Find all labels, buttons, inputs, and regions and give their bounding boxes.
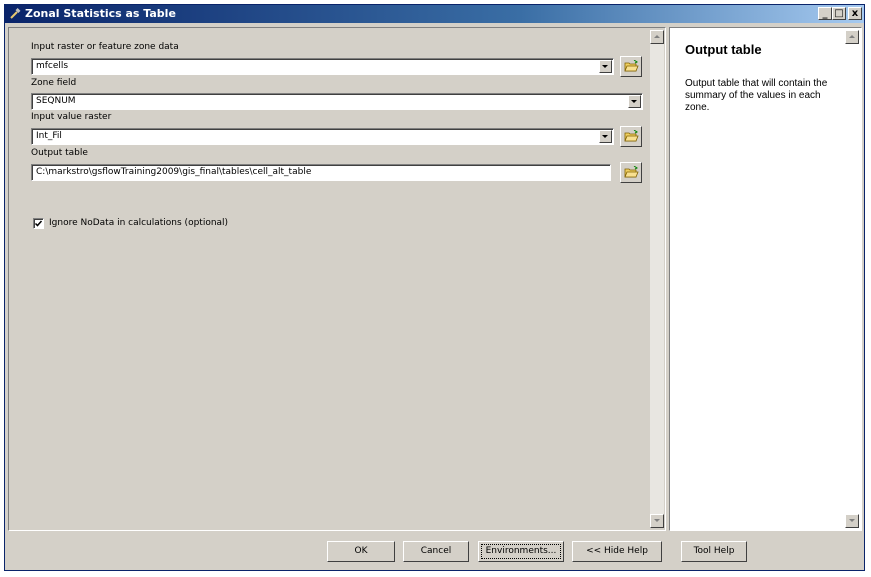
open-folder-icon — [624, 60, 639, 72]
help-scroll-up-arrow-icon[interactable] — [845, 30, 859, 44]
checkmark-icon — [34, 220, 43, 227]
zone-field-dropdown[interactable]: SEQNUM — [31, 93, 643, 110]
hide-help-button[interactable]: << Hide Help — [572, 541, 662, 562]
zone-data-dropdown[interactable]: mfcells — [31, 58, 614, 75]
zone-data-dropdown-arrow-icon[interactable] — [599, 60, 612, 73]
output-table-browse-button[interactable] — [620, 162, 642, 183]
zone-field-dropdown-arrow-icon[interactable] — [628, 95, 641, 108]
output-table-label: Output table — [31, 148, 88, 158]
value-raster-browse-button[interactable] — [620, 126, 642, 147]
help-description: Output table that will contain the summa… — [685, 78, 828, 113]
zone-field-label: Zone field — [31, 78, 77, 88]
ignore-nodata-checkbox[interactable] — [33, 218, 44, 229]
zone-data-browse-button[interactable] — [620, 56, 642, 77]
cancel-button[interactable]: Cancel — [403, 541, 469, 562]
output-table-input[interactable]: C:\markstro\gsflowTraining2009\gis_final… — [31, 164, 611, 181]
zone-data-label: Input raster or feature zone data — [31, 42, 179, 52]
value-raster-dropdown-arrow-icon[interactable] — [599, 130, 612, 143]
maximize-button[interactable]: □ — [832, 7, 846, 20]
ignore-nodata-label[interactable]: Ignore NoData in calculations (optional) — [49, 218, 228, 228]
open-folder-icon — [624, 166, 639, 178]
output-table-value: C:\markstro\gsflowTraining2009\gis_final… — [36, 167, 312, 177]
tool-hammer-icon — [10, 8, 21, 19]
parameters-pane: Input raster or feature zone data mfcell… — [8, 27, 666, 531]
environments-button[interactable]: Environments... — [478, 541, 564, 562]
scroll-up-arrow-icon[interactable] — [650, 30, 664, 44]
window-title: Zonal Statistics as Table — [25, 7, 176, 20]
value-raster-dropdown[interactable]: Int_Fil — [31, 128, 614, 145]
value-raster-label: Input value raster — [31, 112, 112, 122]
zone-data-value: mfcells — [36, 61, 69, 71]
help-scroll-down-arrow-icon[interactable] — [845, 514, 859, 528]
minimize-button[interactable]: _ — [818, 7, 832, 20]
scroll-down-arrow-icon[interactable] — [650, 514, 664, 528]
close-button[interactable]: x — [848, 7, 862, 20]
parameters-scrollbar[interactable] — [650, 30, 664, 528]
help-scrollbar[interactable] — [845, 30, 859, 528]
tool-help-button[interactable]: Tool Help — [681, 541, 747, 562]
zone-field-value: SEQNUM — [36, 96, 76, 106]
title-bar[interactable]: Zonal Statistics as Table _ □ x — [5, 5, 864, 23]
help-pane: Output table Output table that will cont… — [669, 27, 862, 531]
open-folder-icon — [624, 130, 639, 142]
tool-dialog-window: Zonal Statistics as Table _ □ x Input ra… — [4, 4, 865, 571]
help-title: Output table — [685, 42, 762, 57]
value-raster-value: Int_Fil — [36, 131, 62, 141]
ok-button[interactable]: OK — [327, 541, 395, 562]
